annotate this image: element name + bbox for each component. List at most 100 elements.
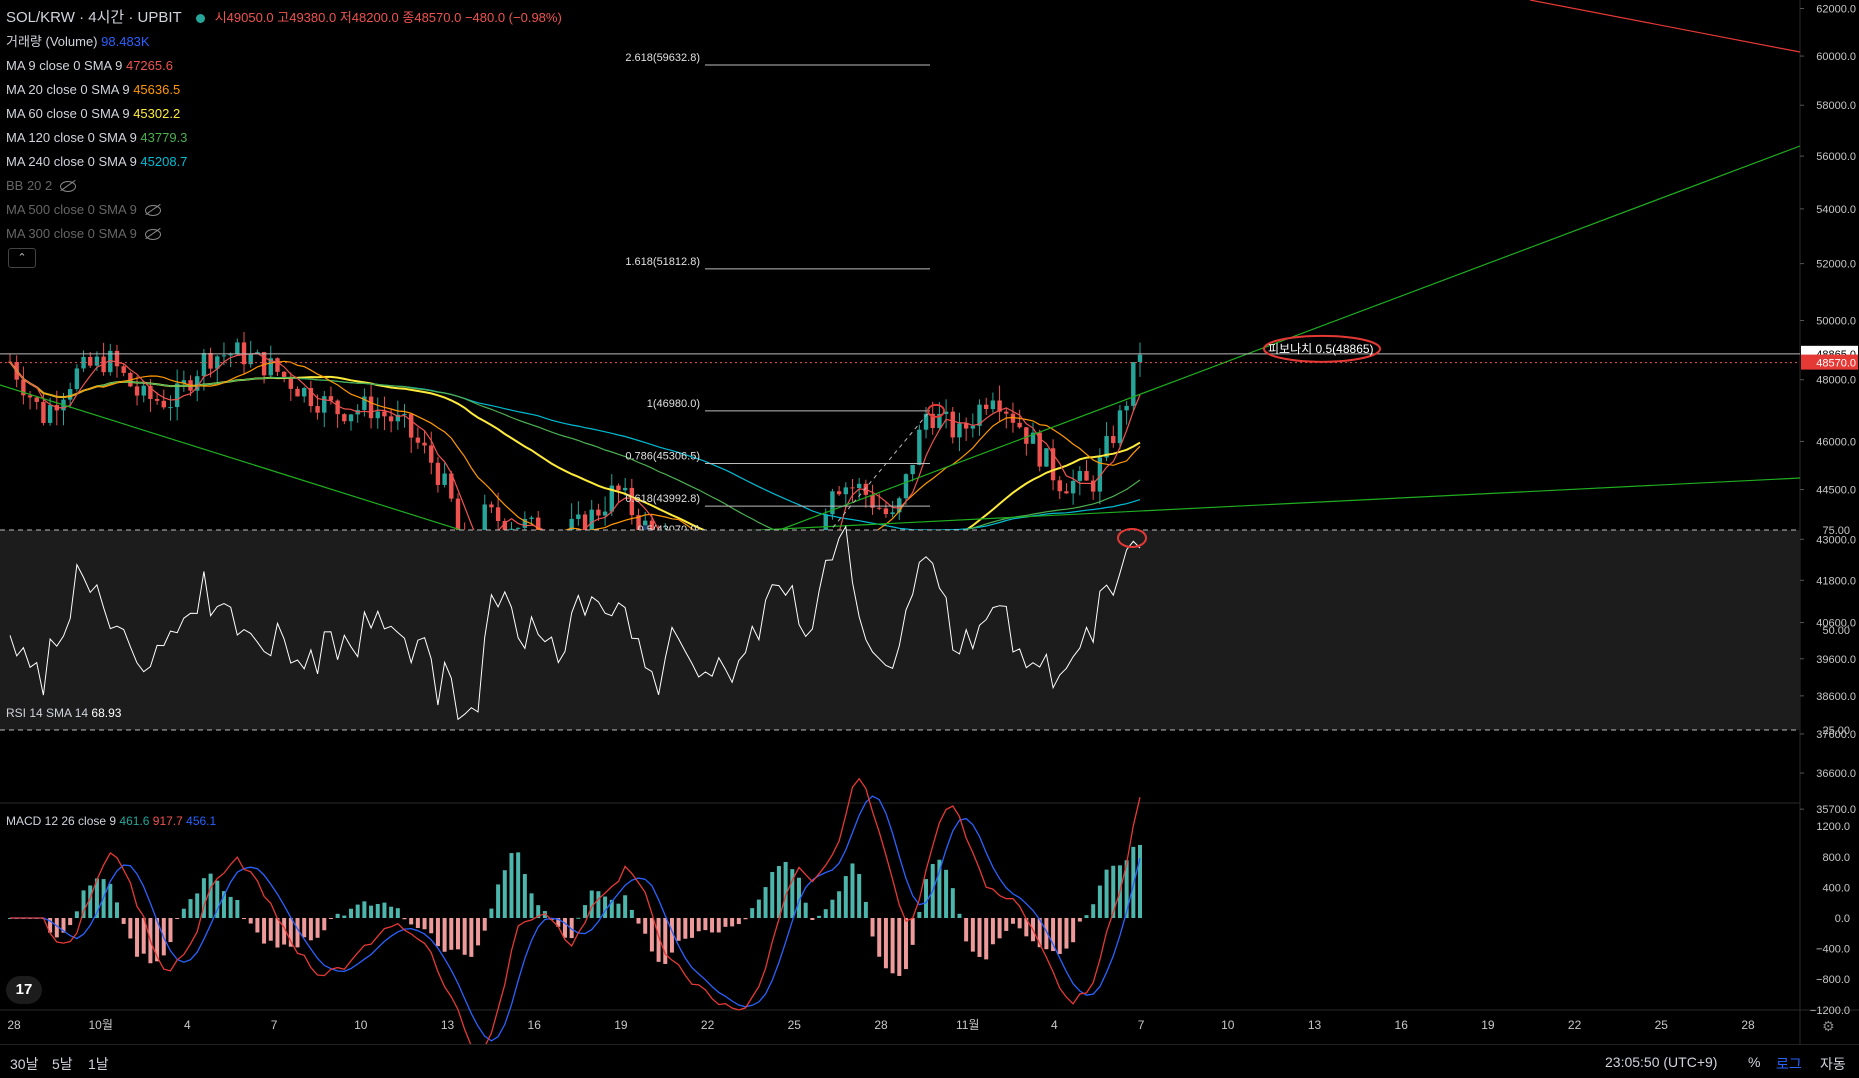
hidden-eye-icon[interactable]	[144, 229, 161, 241]
clock-time[interactable]: 23:05:50 (UTC+9)	[1605, 1054, 1717, 1070]
macd-line-value: 917.7	[152, 814, 183, 828]
macd-hist-bar	[128, 918, 133, 939]
macd-hist-bar	[924, 879, 929, 918]
time-tick-label: 11월	[956, 1018, 980, 1032]
legend-hidden-indicator[interactable]: MA 300 close 0 SMA 9	[6, 222, 562, 246]
macd-hist-bar	[248, 918, 253, 924]
time-tick-label: 22	[1568, 1018, 1582, 1032]
hidden-eye-icon[interactable]	[60, 181, 77, 193]
macd-hist-bar	[108, 883, 113, 918]
candle	[455, 498, 461, 532]
candle	[1077, 471, 1083, 481]
legend-indicator[interactable]: MA 240 close 0 SMA 9 45208.7	[6, 150, 562, 174]
legend-hidden-indicator[interactable]: MA 500 close 0 SMA 9	[6, 198, 562, 222]
macd-hist-bar	[228, 896, 233, 918]
candle	[429, 445, 434, 463]
macd-hist-bar	[917, 911, 922, 918]
macd-hist-bar	[469, 918, 474, 957]
range-5d-button[interactable]: 5날	[52, 1054, 73, 1074]
macd-hist-bar	[1064, 918, 1069, 949]
price-tick-label: 58000.0	[1816, 100, 1856, 112]
rsi-tick-label: 50.00	[1822, 625, 1850, 637]
macd-hist-bar	[449, 918, 454, 950]
macd-hist-bar	[803, 902, 808, 918]
macd-hist-bar	[890, 918, 895, 974]
indicator-label: BB 20 2	[6, 178, 53, 193]
time-tick-label: 10월	[89, 1018, 113, 1032]
candle	[88, 356, 93, 366]
macd-hist-bar	[776, 866, 781, 918]
range-1d-button[interactable]: 1날	[88, 1054, 109, 1074]
legend-indicator[interactable]: MA 20 close 0 SMA 9 45636.5	[6, 78, 562, 102]
macd-hist-bar	[857, 874, 862, 918]
auto-toggle[interactable]: 자동	[1820, 1054, 1846, 1074]
settings-gear-icon[interactable]: ⚙	[1822, 1018, 1835, 1035]
macd-hist-bar	[195, 893, 200, 918]
time-tick-label: 22	[701, 1018, 715, 1032]
indicator-value: 45636.5	[133, 82, 181, 97]
legend-indicator[interactable]: MA 9 close 0 SMA 9 47265.6	[6, 54, 562, 78]
macd-hist-bar	[1071, 918, 1076, 943]
candle	[275, 358, 280, 372]
candle	[836, 491, 842, 495]
candle	[1024, 427, 1029, 444]
macd-hist-bar	[636, 918, 641, 924]
indicator-value: 45302.2	[133, 106, 181, 121]
macd-hist-bar	[850, 863, 855, 918]
candle	[1070, 480, 1076, 494]
candle	[382, 411, 387, 417]
legend-indicator[interactable]: MA 120 close 0 SMA 9 43779.3	[6, 126, 562, 150]
rsi-tick-label: 75.00	[1822, 525, 1850, 537]
candle	[375, 411, 380, 419]
candle	[74, 368, 80, 390]
macd-label[interactable]: MACD 12 26 close 9 461.6 917.7 456.1	[6, 814, 216, 828]
legend-hidden-indicator[interactable]: BB 20 2	[6, 174, 562, 198]
last-price-value: 48570.0	[1816, 358, 1856, 370]
annotation-text: 피보나치 0.5(48865)	[1268, 342, 1374, 356]
collapse-legend-button[interactable]: ⌃	[8, 248, 36, 268]
macd-hist-bar	[389, 906, 394, 918]
price-tick-label: 48000.0	[1816, 375, 1856, 387]
macd-hist-bar	[763, 887, 768, 918]
tradingview-logo[interactable]: 17	[6, 976, 42, 1004]
rsi-label[interactable]: RSI 14 SMA 14 68.93	[6, 706, 121, 720]
candle	[1064, 491, 1069, 494]
candle	[495, 507, 501, 522]
macd-hist-bar	[649, 918, 654, 952]
macd-hist-bar	[1138, 844, 1142, 918]
macd-hist-bar	[181, 908, 186, 918]
legend-indicator[interactable]: 거래량 (Volume) 98.483K	[6, 30, 562, 54]
candle	[576, 514, 581, 519]
candle	[850, 487, 855, 489]
macd-hist-bar	[643, 918, 648, 934]
symbol-title[interactable]: SOL/KRW · 4시간 · UPBIT	[6, 9, 182, 26]
candle	[221, 355, 227, 357]
candle	[315, 406, 320, 413]
price-tick-label: 36600.0	[1816, 768, 1856, 780]
macd-hist-bar	[1104, 869, 1109, 918]
macd-hist-bar	[843, 876, 848, 918]
time-tick-label: 4	[1051, 1018, 1058, 1032]
legend-indicator[interactable]: MA 60 close 0 SMA 9 45302.2	[6, 102, 562, 126]
macd-hist-bar	[576, 917, 581, 919]
hidden-eye-icon[interactable]	[144, 205, 161, 217]
candle	[302, 388, 307, 397]
macd-hist-bar	[616, 903, 621, 918]
macd-hist-bar	[783, 861, 788, 918]
rsi-tick-label: 25.00	[1822, 725, 1850, 737]
percent-toggle[interactable]: %	[1748, 1054, 1760, 1070]
indicator-label: MA 240 close 0 SMA 9	[6, 154, 137, 169]
candle	[1111, 436, 1116, 444]
range-30d-button[interactable]: 30날	[10, 1054, 38, 1074]
time-tick-label: 10	[1221, 1018, 1235, 1032]
macd-hist-bar	[375, 903, 380, 918]
candle	[489, 504, 494, 508]
macd-hist-bar	[736, 918, 741, 925]
macd-hist-bar	[964, 918, 969, 942]
price-tick-label: 52000.0	[1816, 259, 1856, 271]
candle	[990, 400, 996, 410]
fib-level-label: 2.618(59632.8)	[625, 52, 700, 64]
indicator-label: MA 60 close 0 SMA 9	[6, 106, 130, 121]
macd-hist-bar	[255, 918, 260, 933]
log-toggle[interactable]: 로그	[1776, 1054, 1802, 1074]
